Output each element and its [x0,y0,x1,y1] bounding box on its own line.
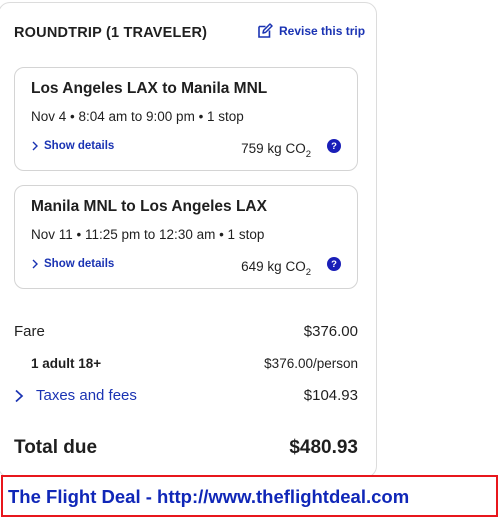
show-details-label: Show details [44,140,115,152]
flight-deal-banner: The Flight Deal - http://www.theflightde… [1,475,498,517]
flight-card-outbound: Los Angeles LAX to Manila MNL Nov 4 • 8:… [14,67,358,171]
flight-route: Los Angeles LAX to Manila MNL [31,80,268,97]
co2-value: 759 kg CO [241,141,306,156]
co2-emissions: 649 kg CO2 [241,259,311,278]
co2-subscript: 2 [305,149,311,160]
co2-value: 649 kg CO [241,259,306,274]
show-details-label: Show details [44,258,115,270]
fare-row: Fare $376.00 [14,323,358,340]
adult-value: $376.00/person [264,356,358,371]
flight-card-return: Manila MNL to Los Angeles LAX Nov 11 • 1… [14,185,358,289]
flight-route: Manila MNL to Los Angeles LAX [31,198,267,215]
total-value: $480.93 [289,437,358,458]
banner-text: The Flight Deal - http://www.theflightde… [8,486,410,507]
chevron-right-icon [32,141,38,151]
chevron-right-icon [32,259,38,269]
edit-icon [258,23,273,38]
question-icon[interactable]: ? [327,257,341,271]
revise-trip-label: Revise this trip [279,24,366,38]
flight-schedule: Nov 4 • 8:04 am to 9:00 pm • 1 stop [31,109,244,124]
trip-title: ROUNDTRIP (1 TRAVELER) [14,25,208,41]
chevron-right-icon [15,389,24,402]
flight-schedule: Nov 11 • 11:25 pm to 12:30 am • 1 stop [31,227,265,242]
adult-label: 1 adult 18+ [31,356,102,371]
total-row: Total due $480.93 [14,437,358,459]
taxes-value: $104.93 [303,387,358,404]
taxes-and-fees-toggle[interactable]: Taxes and fees [14,387,137,404]
fare-label: Fare [14,323,45,340]
adult-fare-row: 1 adult 18+ $376.00/person [14,356,358,371]
show-details-button[interactable]: Show details [31,258,114,270]
total-label: Total due [14,437,98,458]
show-details-button[interactable]: Show details [31,140,114,152]
trip-summary-panel: ROUNDTRIP (1 TRAVELER) Revise this trip … [0,2,377,478]
co2-subscript: 2 [305,267,311,278]
co2-emissions: 759 kg CO2 [241,141,311,160]
taxes-row: Taxes and fees $104.93 [14,387,358,404]
taxes-label: Taxes and fees [36,387,137,404]
fare-value: $376.00 [303,323,358,340]
revise-trip-link[interactable]: Revise this trip [257,23,365,39]
question-icon[interactable]: ? [327,139,341,153]
